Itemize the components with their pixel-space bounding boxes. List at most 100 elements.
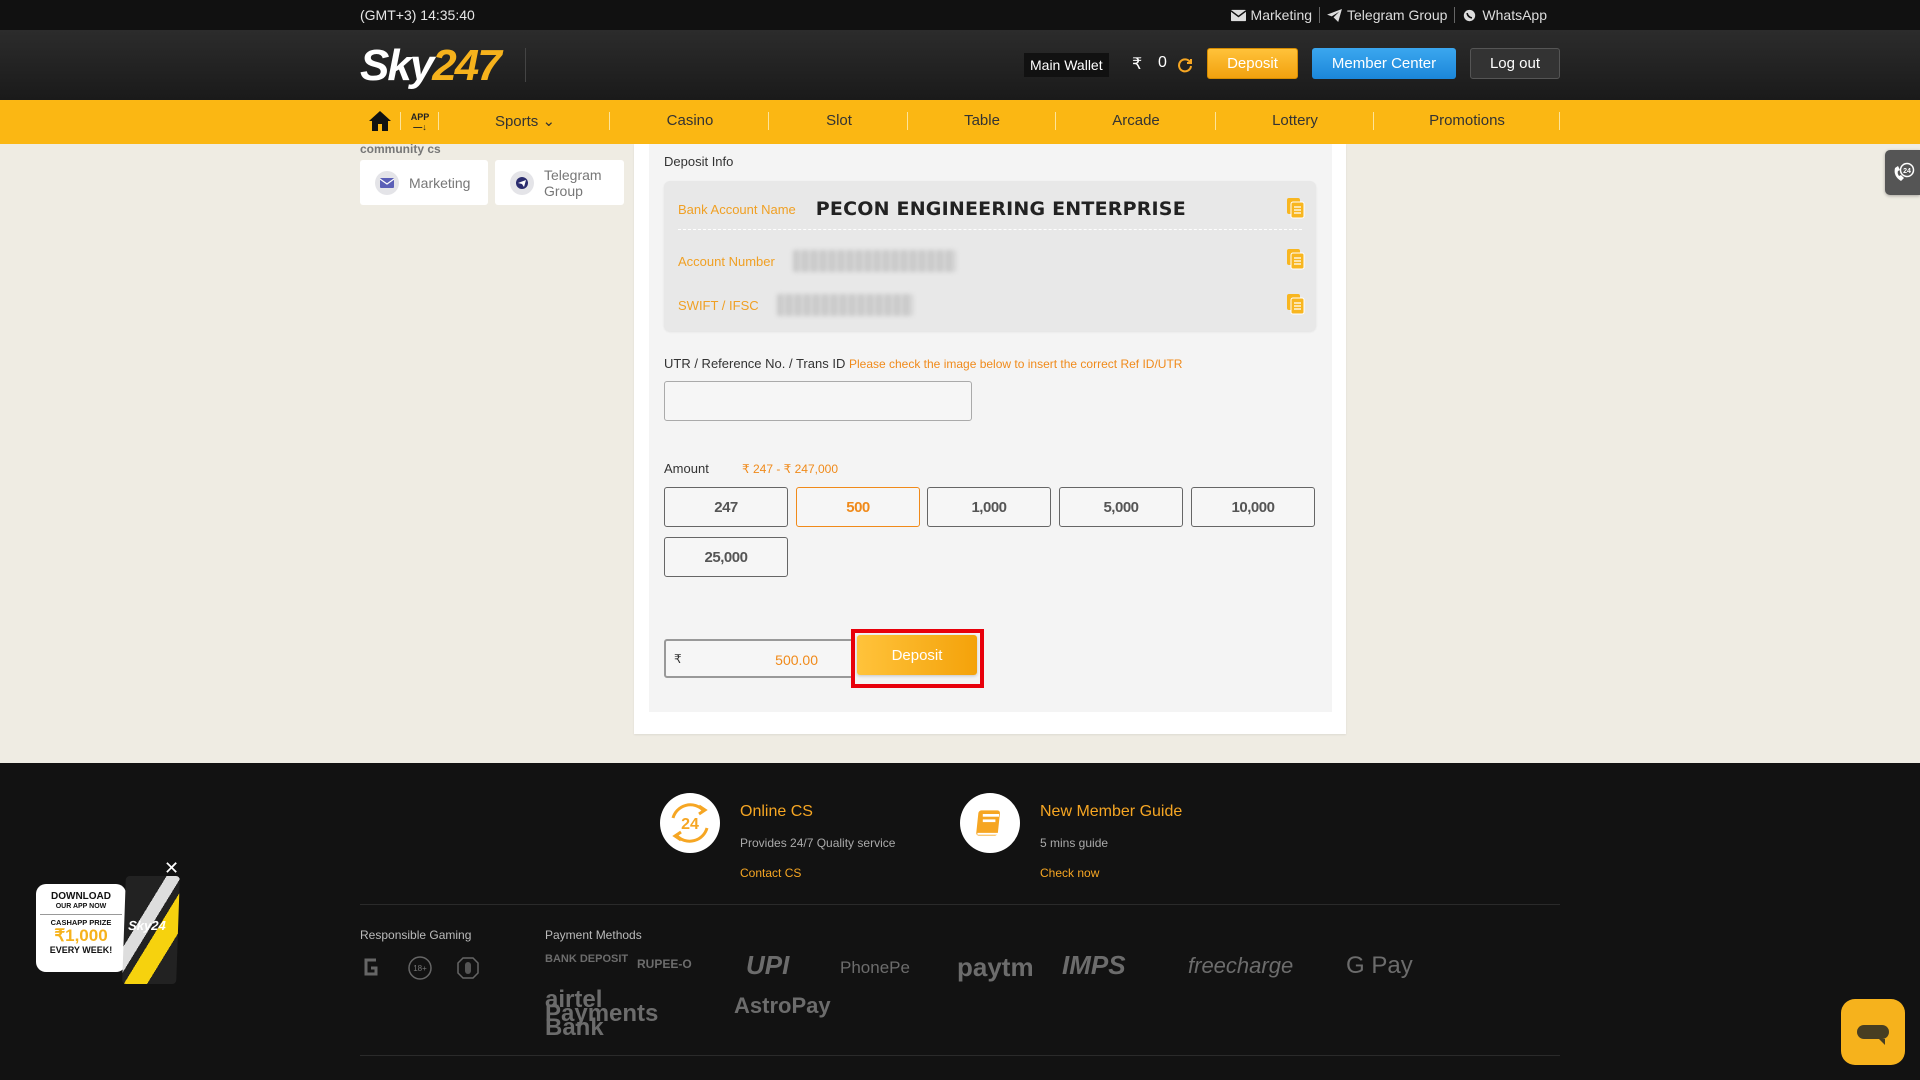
- top-link-label: WhatsApp: [1482, 7, 1547, 23]
- member-guide-subtitle: 5 mins guide: [1040, 836, 1109, 850]
- chat-bubble-icon: [1857, 1025, 1889, 1045]
- account-number-value-blurred: [792, 250, 956, 272]
- copy-icon[interactable]: [1286, 248, 1306, 270]
- mail-icon: [375, 170, 399, 195]
- logout-button[interactable]: Log out: [1470, 48, 1560, 79]
- amount-option-1000[interactable]: 1,000: [927, 487, 1051, 527]
- close-icon[interactable]: ✕: [164, 858, 179, 879]
- amount-option-5000[interactable]: 5,000: [1059, 487, 1183, 527]
- svg-text:24: 24: [681, 816, 699, 833]
- account-number-row: Account Number: [678, 247, 1302, 275]
- currency-symbol: ₹: [1132, 56, 1143, 73]
- server-time: (GMT+3) 14:35:40: [360, 7, 475, 23]
- member-center-button[interactable]: Member Center: [1312, 48, 1456, 79]
- swift-ifsc-row: SWIFT / IFSC: [678, 291, 1302, 319]
- top-links: Marketing Telegram Group WhatsApp: [1224, 7, 1554, 23]
- app-download-link[interactable]: APP —↓: [410, 112, 430, 132]
- whatsapp-icon: [1464, 9, 1476, 21]
- divider: [609, 112, 610, 130]
- online-cs-subtitle: Provides 24/7 Quality service: [740, 836, 896, 850]
- amount-option-500[interactable]: 500: [796, 487, 920, 527]
- divider: [1373, 112, 1374, 130]
- amount-label: Amount: [664, 461, 709, 476]
- copy-icon[interactable]: [1286, 293, 1306, 315]
- divider: [768, 112, 769, 130]
- utr-hint: Please check the image below to insert t…: [848, 357, 1183, 371]
- nav-item-sports[interactable]: Sports ⌄: [495, 112, 555, 130]
- header-deposit-button[interactable]: Deposit: [1207, 48, 1298, 79]
- wallet-balance: 0: [1158, 54, 1167, 71]
- bank-account-name-row: Bank Account Name PECON ENGINEERING ENTE…: [678, 195, 1302, 223]
- check-now-link[interactable]: Check now: [1040, 866, 1099, 880]
- footer: [0, 763, 1920, 1080]
- amount-option-10000[interactable]: 10,000: [1191, 487, 1315, 527]
- top-link-whatsapp[interactable]: WhatsApp: [1455, 7, 1554, 23]
- top-strip: (GMT+3) 14:35:40 Marketing Telegram Grou…: [0, 0, 1920, 30]
- phone-24-icon: 24: [1894, 162, 1914, 181]
- app-download-promo[interactable]: DOWNLOAD OUR APP NOW CASHAPP PRIZE ₹1,00…: [36, 858, 181, 985]
- top-link-label: Telegram Group: [1347, 7, 1448, 23]
- top-link-label: Marketing: [1250, 7, 1313, 23]
- community-card-telegram[interactable]: Telegram Group: [495, 160, 624, 205]
- live-chat-button[interactable]: [1841, 999, 1905, 1065]
- divider: [360, 904, 1560, 905]
- deposit-amount-field[interactable]: ₹ 500.00: [664, 639, 854, 678]
- nav-item-slot[interactable]: Slot: [826, 112, 852, 129]
- logo-text: Sky: [360, 41, 434, 90]
- utr-field-label: UTR / Reference No. / Trans ID Please ch…: [664, 356, 1182, 371]
- divider: [400, 112, 401, 130]
- age-18-plus-icon: 18+: [408, 956, 432, 980]
- divider: [907, 112, 908, 130]
- bank-info-box: Bank Account Name PECON ENGINEERING ENTE…: [664, 181, 1316, 331]
- nav-item-promotions[interactable]: Promotions: [1429, 112, 1505, 129]
- amount-option-25000[interactable]: 25,000: [664, 537, 788, 577]
- divider: [1055, 112, 1056, 130]
- promo-line: DOWNLOAD: [51, 891, 111, 902]
- submit-deposit-button[interactable]: Deposit: [857, 635, 977, 675]
- payment-logo-freecharge: freecharge: [1188, 953, 1294, 978]
- divider: [525, 48, 526, 82]
- top-link-marketing[interactable]: Marketing: [1224, 7, 1319, 23]
- divider: [678, 229, 1302, 230]
- app-label: APP: [410, 112, 430, 122]
- divider: [1559, 112, 1560, 130]
- payment-logo-astropay: AstroPay: [734, 993, 831, 1018]
- nav-item-table[interactable]: Table: [964, 112, 1000, 129]
- logo[interactable]: Sky247: [360, 41, 502, 90]
- swift-ifsc-label: SWIFT / IFSC: [678, 297, 759, 313]
- telegram-icon: [510, 170, 534, 195]
- member-guide-title: New Member Guide: [1040, 803, 1183, 820]
- nav-item-lottery[interactable]: Lottery: [1272, 112, 1318, 129]
- side-customer-service-button[interactable]: 24: [1885, 150, 1920, 195]
- refresh-icon[interactable]: [1177, 57, 1193, 73]
- community-cs-label: community cs: [360, 142, 441, 156]
- community-card-marketing[interactable]: Marketing: [360, 160, 488, 205]
- deposit-info-title: Deposit Info: [664, 154, 734, 169]
- online-cs-icon: 24: [660, 793, 720, 853]
- community-card-label: Telegram Group: [544, 166, 602, 199]
- nav-item-casino[interactable]: Casino: [667, 112, 714, 129]
- online-cs-title: Online CS: [740, 803, 813, 820]
- payment-logo-imps: IMPS: [1062, 950, 1126, 980]
- home-icon[interactable]: [368, 110, 392, 132]
- bank-account-name-value: PECON ENGINEERING ENTERPRISE: [815, 198, 1186, 220]
- promo-line: OUR APP NOW: [40, 902, 122, 915]
- community-card-label: Marketing: [409, 174, 471, 191]
- divider: [1215, 112, 1216, 130]
- deposit-amount-value: 500.00: [775, 652, 818, 668]
- amount-option-247[interactable]: 247: [664, 487, 788, 527]
- responsible-gaming-label: Responsible Gaming: [360, 928, 472, 942]
- main-wallet-label: Main Wallet: [1024, 53, 1109, 77]
- copy-icon[interactable]: [1286, 197, 1306, 219]
- member-guide-icon: [960, 793, 1020, 853]
- gamcare-icon: [364, 958, 378, 976]
- download-arrow-icon: —↓: [413, 122, 427, 132]
- utr-input[interactable]: [664, 381, 972, 421]
- main-nav: APP —↓ Sports ⌄ Casino Slot Table Arcade …: [0, 100, 1920, 144]
- utr-label-text: UTR / Reference No. / Trans ID: [664, 356, 846, 371]
- nav-item-arcade[interactable]: Arcade: [1112, 112, 1160, 129]
- promo-prize: ₹1,000: [54, 926, 108, 945]
- top-link-telegram[interactable]: Telegram Group: [1320, 7, 1454, 23]
- account-number-label: Account Number: [678, 253, 775, 269]
- contact-cs-link[interactable]: Contact CS: [740, 866, 801, 880]
